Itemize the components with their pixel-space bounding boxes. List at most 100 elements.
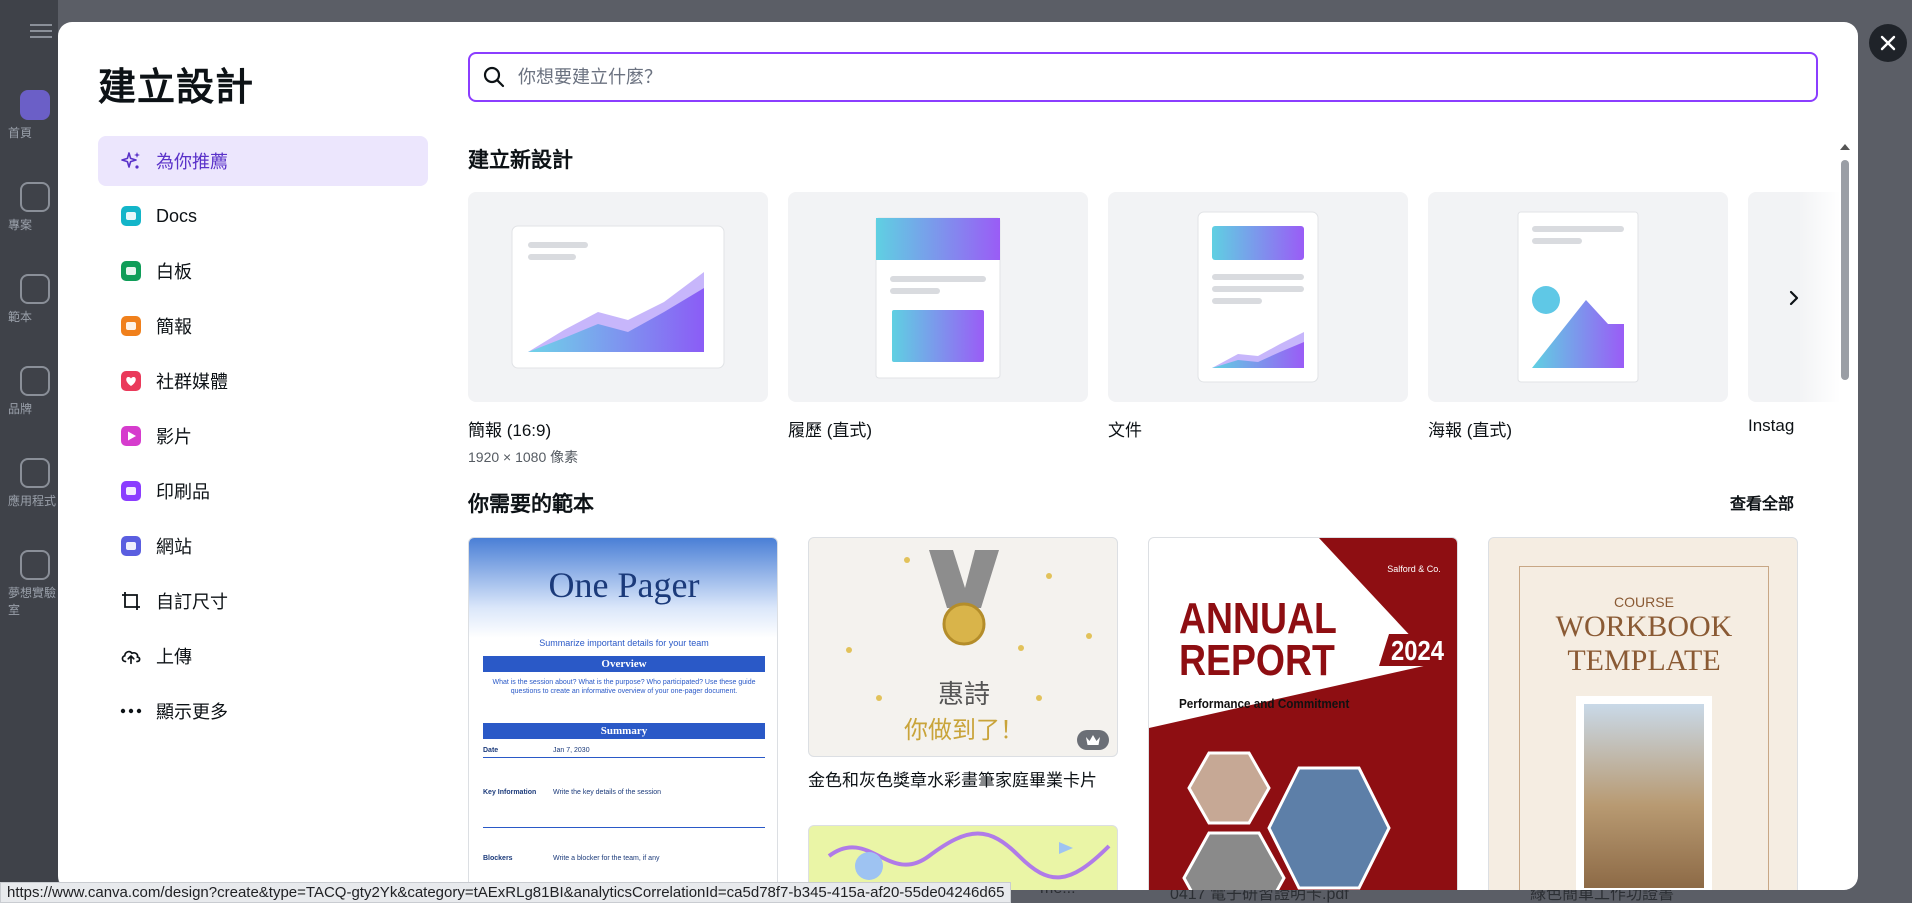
medal-card-name: 惠詩: [937, 680, 990, 710]
one-pager-overview-bar: Overview: [483, 656, 765, 672]
design-type-label: 簡報 (16:9): [468, 421, 552, 440]
bg-nav-projects: 專案: [8, 182, 58, 233]
nav-label: Docs: [156, 205, 198, 226]
design-type-thumbnail: [1108, 192, 1408, 402]
template-one-pager[interactable]: One Pager Summarize important details fo…: [468, 537, 778, 890]
category-nav: 為你推薦 Docs 白板 簡報 社群媒體 影片 印刷品 網站 自訂尺寸 上傳 顯…: [98, 136, 428, 741]
design-type-size: 1920 × 1080 像素: [468, 449, 579, 465]
design-type-resume[interactable]: 履歷 (直式): [788, 192, 1088, 441]
docs-icon: [120, 205, 142, 227]
template-title: 金色和灰色獎章水彩畫筆家庭畢業卡片: [808, 771, 1097, 790]
nav-item-whiteboard[interactable]: 白板: [98, 246, 428, 296]
design-type-thumbnail: [788, 192, 1088, 402]
carousel-next-button[interactable]: [1774, 278, 1814, 318]
one-pager-title: One Pager: [548, 565, 700, 605]
design-type-presentation[interactable]: 簡報 (16:9) 1920 × 1080 像素: [468, 192, 768, 467]
video-icon: [120, 425, 142, 447]
table-value: Write the key details of the session: [553, 789, 662, 796]
view-all-link[interactable]: 查看全部: [1730, 490, 1794, 514]
table-key: Blockers: [483, 854, 513, 862]
scroll-up-icon: [1840, 144, 1850, 150]
annual-report-title: ANNUAL REPORT: [1179, 594, 1337, 685]
nav-label: 簡報: [156, 317, 192, 337]
one-pager-summary-bar: Summary: [483, 723, 765, 739]
template-medal-card[interactable]: 惠詩 你做到了！: [808, 537, 1118, 757]
nav-label: 上傳: [156, 647, 192, 667]
heart-icon: [120, 370, 142, 392]
whiteboard-icon: [120, 260, 142, 282]
nav-label: 白板: [156, 262, 192, 282]
nav-item-for-you[interactable]: 為你推薦: [98, 136, 428, 186]
bg-nav-templates: 範本: [8, 274, 58, 325]
nav-label: 自訂尺寸: [156, 592, 228, 612]
table-row: Date Jan 7, 2030: [483, 744, 765, 758]
nav-label: 網站: [156, 537, 192, 557]
design-type-label: 文件: [1108, 421, 1142, 440]
close-button[interactable]: [1869, 24, 1907, 62]
more-icon: [120, 700, 142, 722]
modal-title: 建立設計: [98, 67, 255, 109]
crown-icon: [1086, 735, 1100, 745]
apps-icon: [20, 458, 50, 488]
printer-icon: [120, 480, 142, 502]
table-value: Jan 7, 2030: [553, 747, 590, 754]
custom-size-icon: [120, 590, 142, 612]
template-annual-report[interactable]: Salford & Co. ANNUAL REPORT 2024 Perform…: [1148, 537, 1458, 890]
design-type-label: 履歷 (直式): [788, 421, 873, 440]
nav-item-custom-size[interactable]: 自訂尺寸: [98, 576, 428, 626]
search-box[interactable]: [468, 52, 1818, 102]
squiggle-illustration: [827, 831, 1111, 880]
bg-nav-label: 專案: [8, 218, 33, 232]
annual-report-title-line: REPORT: [1179, 636, 1335, 685]
nav-item-show-more[interactable]: 顯示更多: [98, 686, 428, 736]
website-icon: [120, 535, 142, 557]
one-pager-table: Date Jan 7, 2030 Key Information Write the…: [483, 744, 765, 888]
nav-item-video[interactable]: 影片: [98, 411, 428, 461]
sparkle-icon: [120, 150, 142, 172]
dream-lab-icon: [20, 550, 50, 580]
cloud-upload-icon: [120, 645, 142, 667]
design-type-poster[interactable]: 海報 (直式): [1428, 192, 1728, 441]
nav-item-presentation[interactable]: 簡報: [98, 301, 428, 351]
annual-report-year: 2024: [1391, 635, 1444, 666]
nav-item-social-media[interactable]: 社群媒體: [98, 356, 428, 406]
search-input[interactable]: [518, 66, 1768, 88]
scrollbar[interactable]: [1838, 140, 1852, 890]
templates-icon: [20, 274, 50, 304]
bg-nav-apps: 應用程式: [8, 458, 58, 509]
new-design-heading: 建立新設計: [468, 149, 573, 172]
annual-report-brand: Salford & Co.: [1387, 564, 1441, 574]
nav-label: 顯示更多: [156, 702, 228, 722]
nav-label: 印刷品: [156, 482, 210, 502]
template-workbook[interactable]: COURSE WORKBOOK TEMPLATE: [1488, 537, 1798, 890]
nav-item-docs[interactable]: Docs: [98, 191, 428, 241]
workbook-title: WORKBOOK TEMPLATE: [1489, 610, 1797, 678]
workbook-photo: [1576, 696, 1712, 890]
background-sidebar: 首頁 專案 範本 品牌 應用程式 夢想實驗室: [0, 0, 58, 903]
search-icon: [483, 66, 505, 88]
table-row: Blockers Write a blocker for the team, if…: [483, 828, 765, 888]
nav-label: 為你推薦: [156, 152, 228, 172]
template-green-card[interactable]: [808, 825, 1118, 890]
nav-item-website[interactable]: 網站: [98, 521, 428, 571]
annual-report-title-line: ANNUAL: [1179, 594, 1337, 643]
design-type-thumbnail: [1428, 192, 1728, 402]
bg-nav-label: 夢想實驗室: [8, 586, 57, 617]
bg-nav-brand: 品牌: [8, 366, 58, 417]
bg-nav-home: 首頁: [8, 90, 58, 141]
create-design-modal: 建立設計 為你推薦 Docs 白板 簡報 社群媒體 影片 印刷品 網站 自訂尺寸…: [58, 22, 1858, 890]
table-row: Key Information Write the key details of …: [483, 758, 765, 828]
nav-item-print[interactable]: 印刷品: [98, 466, 428, 516]
design-type-thumbnail: [468, 192, 768, 402]
bg-nav-label: 範本: [8, 310, 33, 324]
nav-label: 社群媒體: [156, 372, 228, 392]
design-type-document[interactable]: 文件: [1108, 192, 1408, 441]
nav-item-upload[interactable]: 上傳: [98, 631, 428, 681]
one-pager-subtitle: Summarize important details for your tea…: [539, 638, 709, 648]
menu-icon: [30, 24, 52, 38]
scroll-thumb[interactable]: [1841, 160, 1849, 380]
nav-label: 影片: [156, 427, 192, 447]
table-key: Date: [483, 747, 499, 754]
table-key: Key Information: [483, 789, 537, 796]
templates-heading: 你需要的範本: [468, 493, 594, 516]
